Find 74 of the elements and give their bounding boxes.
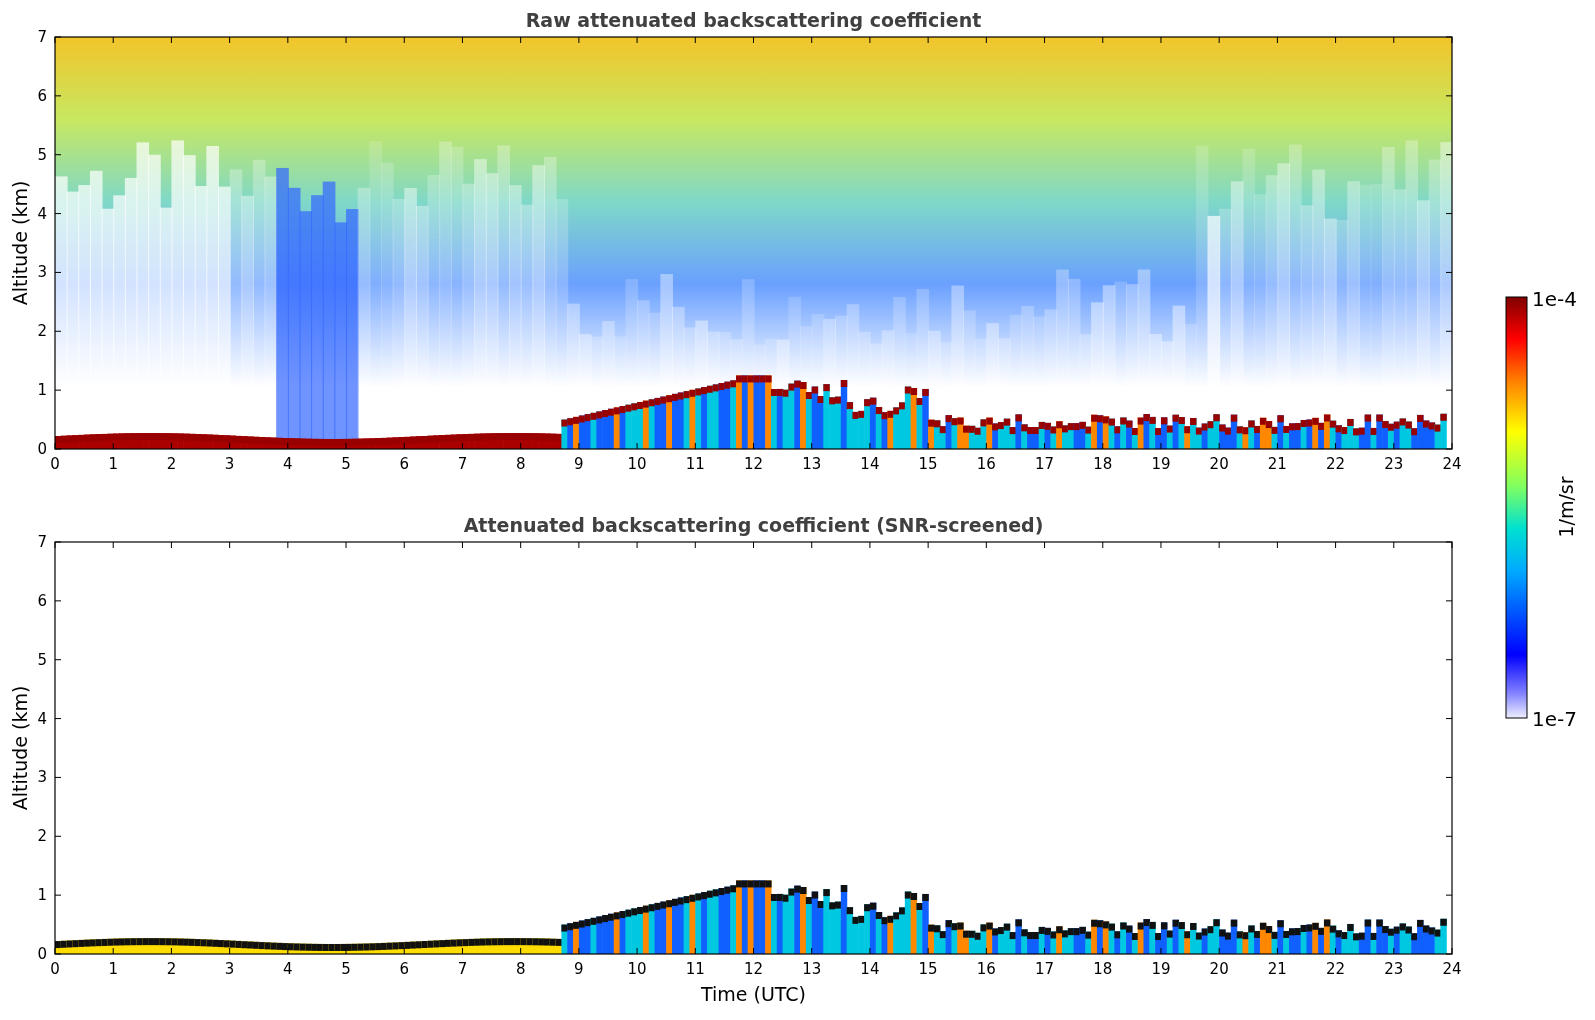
x-tick-label: 1: [108, 960, 118, 978]
x-tick-label: 10: [627, 960, 647, 978]
x-tick-label: 16: [976, 960, 996, 978]
x-tick-label: 18: [1093, 960, 1113, 978]
x-tick-label: 22: [1326, 960, 1346, 978]
x-tick-label: 23: [1384, 960, 1404, 978]
y-tick-label: 4: [37, 709, 47, 728]
x-tick-label: 3: [224, 455, 235, 473]
y-tick-label: 7: [37, 533, 47, 551]
y-tick-label: 2: [37, 322, 47, 341]
chart-title: Raw attenuated backscattering coefficient: [525, 9, 982, 31]
x-tick-label: 18: [1093, 455, 1113, 473]
x-tick-label: 17: [1035, 455, 1055, 473]
x-tick-label: 24: [1442, 455, 1462, 473]
y-axis-label: Altitude (km): [9, 180, 31, 306]
x-tick-label: 23: [1384, 455, 1404, 473]
x-tick-label: 6: [399, 455, 409, 473]
x-tick-label: 4: [283, 455, 293, 473]
x-tick-label: 9: [574, 960, 584, 978]
y-tick-label: 6: [37, 591, 47, 610]
x-tick-label: 2: [166, 455, 177, 473]
y-tick-label: 6: [37, 86, 47, 105]
x-tick-label: 5: [341, 455, 351, 473]
x-tick-label: 24: [1442, 960, 1462, 978]
x-tick-label: 13: [802, 960, 822, 978]
x-tick-label: 0: [50, 960, 60, 978]
y-tick-label: 3: [37, 768, 47, 787]
x-tick-label: 11: [685, 455, 705, 473]
x-tick-label: 7: [457, 455, 468, 473]
y-tick-label: 2: [37, 827, 47, 846]
x-tick-label: 21: [1267, 960, 1287, 978]
x-axis-label: Time (UTC): [701, 983, 806, 1005]
y-tick-label: 0: [37, 440, 47, 458]
x-tick-label: 9: [574, 455, 584, 473]
x-tick-label: 20: [1209, 455, 1229, 473]
x-tick-label: 19: [1151, 960, 1171, 978]
x-tick-label: 0: [50, 455, 60, 473]
colorbar-min-label: 1e-7: [1532, 707, 1577, 731]
x-tick-label: 20: [1209, 960, 1229, 978]
x-tick-label: 6: [399, 960, 409, 978]
x-tick-label: 3: [224, 960, 235, 978]
x-tick-label: 2: [166, 960, 177, 978]
x-tick-label: 15: [918, 455, 938, 473]
y-tick-label: 4: [37, 204, 47, 223]
y-tick-label: 1: [37, 381, 47, 400]
y-tick-label: 3: [37, 263, 47, 282]
x-tick-label: 10: [627, 455, 647, 473]
x-tick-label: 4: [283, 960, 293, 978]
x-tick-label: 1: [108, 455, 118, 473]
x-tick-label: 12: [743, 960, 764, 978]
x-tick-label: 15: [918, 960, 938, 978]
x-tick-label: 8: [515, 455, 526, 473]
x-tick-label: 16: [976, 455, 996, 473]
chart-title: Attenuated backscattering coefficient (SNR-screened): [463, 514, 1044, 536]
y-tick-label: 0: [37, 945, 47, 963]
x-tick-label: 5: [341, 960, 351, 978]
colorbar-label: 1/m/sr: [1555, 476, 1577, 538]
x-tick-label: 17: [1035, 960, 1055, 978]
y-tick-label: 5: [37, 145, 47, 164]
y-tick-label: 5: [37, 650, 47, 669]
x-tick-label: 13: [802, 455, 822, 473]
colorbar-max-label: 1e-4: [1532, 287, 1577, 311]
x-tick-label: 8: [515, 960, 526, 978]
x-tick-label: 7: [457, 960, 468, 978]
y-axis-label: Altitude (km): [9, 685, 31, 811]
x-tick-label: 19: [1151, 455, 1171, 473]
x-tick-label: 21: [1267, 455, 1287, 473]
x-tick-label: 22: [1326, 455, 1346, 473]
x-tick-label: 14: [860, 960, 880, 978]
x-tick-label: 11: [685, 960, 705, 978]
y-tick-label: 1: [37, 886, 47, 905]
y-tick-label: 7: [37, 28, 47, 46]
x-tick-label: 12: [743, 455, 764, 473]
x-tick-label: 14: [860, 455, 880, 473]
